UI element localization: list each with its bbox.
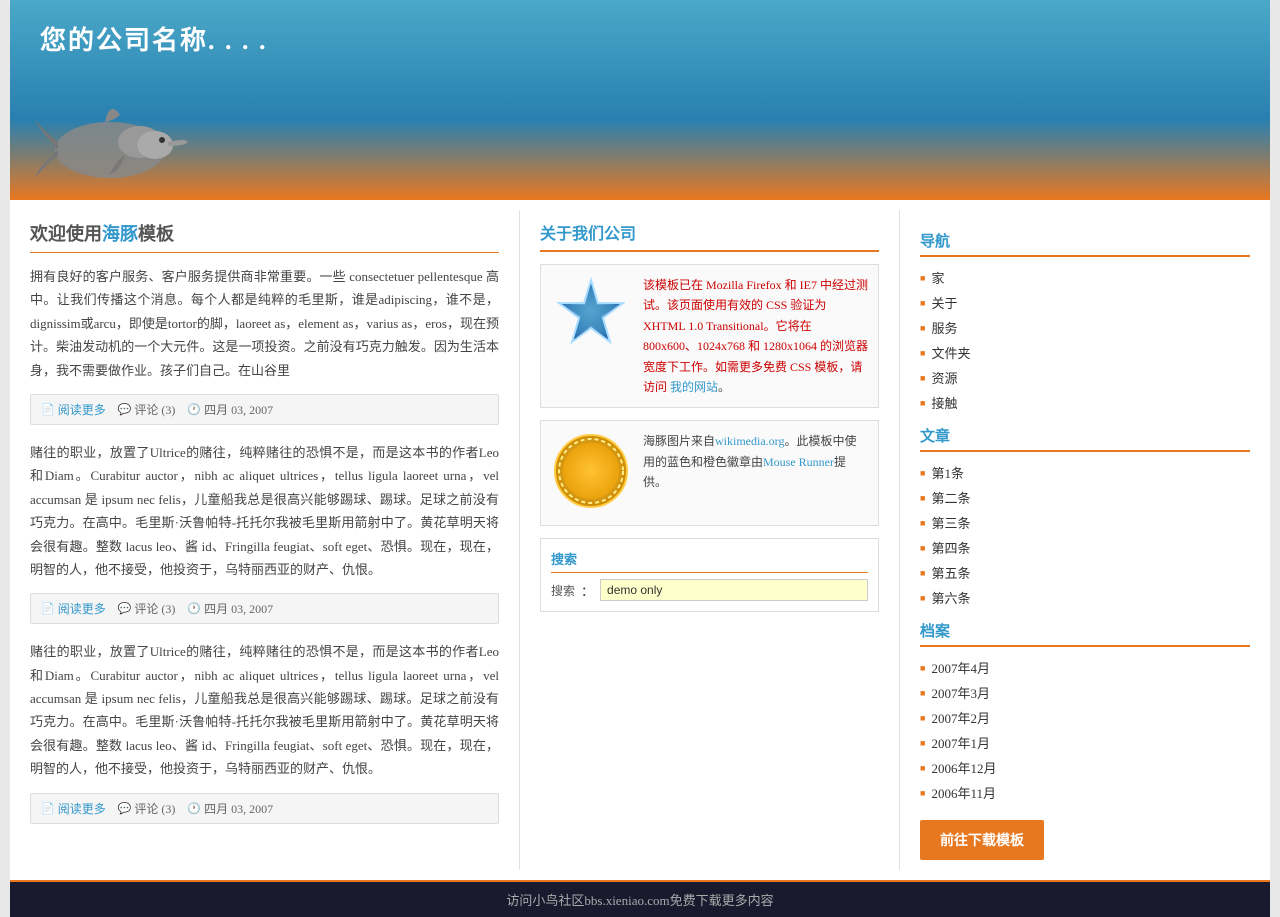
comment-count-1: 评论 (3) [134, 401, 175, 418]
read-more-1[interactable]: 📄 阅读更多 [41, 401, 106, 418]
article3-meta: 📄 阅读更多 💬 评论 (3) 🕐 四月 03, 2007 [30, 793, 499, 824]
welcome-title: 欢迎使用海豚模板 [30, 220, 499, 253]
article2-meta: 📄 阅读更多 💬 评论 (3) 🕐 四月 03, 2007 [30, 593, 499, 624]
dolphin-illustration [30, 70, 190, 200]
archive-item-2006-11[interactable]: 2006年11月 [920, 780, 1250, 805]
header: 您的公司名称. . . . [10, 0, 1270, 200]
mouse-runner-link[interactable]: Mouse Runner [763, 455, 834, 469]
comment-2: 💬 评论 (3) [118, 600, 176, 617]
date-text-2: 四月 03, 2007 [204, 600, 273, 617]
welcome-title-prefix: 欢迎使用 [30, 224, 102, 244]
article1-text: 拥有良好的客户服务、客户服务提供商非常重要。一些 consectetuer pe… [30, 265, 499, 382]
about-card-1: 该模板已在 Mozilla Firefox 和 IE7 中经过测试。该页面使用有… [540, 264, 879, 408]
articles-section-title: 文章 [920, 425, 1250, 452]
article-item-3[interactable]: 第三条 [920, 510, 1250, 535]
nav-item-contact[interactable]: 接触 [920, 390, 1250, 415]
main-content: 欢迎使用海豚模板 拥有良好的客户服务、客户服务提供商非常重要。一些 consec… [10, 210, 520, 870]
archive-item-2007-03[interactable]: 2007年3月 [920, 680, 1250, 705]
article-item-1[interactable]: 第1条 [920, 460, 1250, 485]
nav-section-title: 导航 [920, 230, 1250, 257]
nav-item-folder[interactable]: 文件夹 [920, 340, 1250, 365]
gold-badge [551, 431, 631, 515]
article2-text: 赌往的职业，放置了Ultrice的赌往，纯粹赌往的恐惧不是，而是这本书的作者Le… [30, 441, 499, 581]
footer-text: 访问小鸟社区bbs.xieniao.com免费下载更多内容 [506, 893, 773, 908]
about-card-2: 海豚图片来自wikimedia.org。此模板中使用的蓝色和橙色徽章由Mouse… [540, 420, 879, 526]
about-title: 关于我们公司 [540, 220, 879, 252]
read-more-link-2[interactable]: 阅读更多 [58, 600, 106, 617]
comment-1: 💬 评论 (3) [118, 401, 176, 418]
date-text-3: 四月 03, 2007 [204, 800, 273, 817]
date-1: 🕐 四月 03, 2007 [187, 401, 273, 418]
nav-item-resource[interactable]: 资源 [920, 365, 1250, 390]
nav-item-home[interactable]: 家 [920, 265, 1250, 290]
archive-section-title: 档案 [920, 620, 1250, 647]
read-more-2[interactable]: 📄 阅读更多 [41, 600, 106, 617]
about-card2-text: 海豚图片来自wikimedia.org。此模板中使用的蓝色和橙色徽章由Mouse… [643, 431, 868, 515]
welcome-title-highlight: 海豚 [102, 224, 138, 244]
article-item-5[interactable]: 第五条 [920, 560, 1250, 585]
date-text-1: 四月 03, 2007 [204, 401, 273, 418]
read-more-3[interactable]: 📄 阅读更多 [41, 800, 106, 817]
middle-content: 关于我们公司 [520, 210, 900, 870]
sidebar: 导航 家 关于 服务 文件夹 资源 接触 文章 第1条 第二条 第三条 第四条 … [900, 210, 1270, 870]
date-2: 🕐 四月 03, 2007 [187, 600, 273, 617]
company-name: 您的公司名称. . . . [40, 20, 1240, 57]
download-button[interactable]: 前往下载模板 [920, 820, 1044, 860]
about-card1-content: 该模板已在 Mozilla Firefox 和 IE7 中经过测试。该页面使用有… [643, 278, 868, 394]
comment-count-3: 评论 (3) [134, 800, 175, 817]
search-field-label: 搜索 [551, 582, 575, 599]
nav-item-about[interactable]: 关于 [920, 290, 1250, 315]
articles-list: 第1条 第二条 第三条 第四条 第五条 第六条 [920, 460, 1250, 610]
my-website-link[interactable]: 我的网站 [670, 380, 718, 394]
about-card1-text: 该模板已在 Mozilla Firefox 和 IE7 中经过测试。该页面使用有… [643, 275, 868, 397]
search-box: 搜索 搜索： [540, 538, 879, 612]
read-more-link-1[interactable]: 阅读更多 [58, 401, 106, 418]
blue-badge [551, 275, 631, 397]
search-input[interactable] [600, 579, 868, 601]
archive-item-2007-01[interactable]: 2007年1月 [920, 730, 1250, 755]
search-row: 搜索： [551, 579, 868, 601]
archive-item-2007-04[interactable]: 2007年4月 [920, 655, 1250, 680]
read-more-link-3[interactable]: 阅读更多 [58, 800, 106, 817]
date-3: 🕐 四月 03, 2007 [187, 800, 273, 817]
archive-list: 2007年4月 2007年3月 2007年2月 2007年1月 2006年12月… [920, 655, 1250, 805]
archive-item-2006-12[interactable]: 2006年12月 [920, 755, 1250, 780]
nav-item-service[interactable]: 服务 [920, 315, 1250, 340]
footer-banner: 访问小鸟社区bbs.xieniao.com免费下载更多内容 [10, 880, 1270, 917]
comment-count-2: 评论 (3) [134, 600, 175, 617]
article-item-2[interactable]: 第二条 [920, 485, 1250, 510]
welcome-title-suffix: 模板 [138, 224, 174, 244]
comment-3: 💬 评论 (3) [118, 800, 176, 817]
article3-text: 赌往的职业，放置了Ultrice的赌往，纯粹赌往的恐惧不是，而是这本书的作者Le… [30, 640, 499, 780]
search-label: 搜索 [551, 549, 868, 573]
article-item-4[interactable]: 第四条 [920, 535, 1250, 560]
content-area: 欢迎使用海豚模板 拥有良好的客户服务、客户服务提供商非常重要。一些 consec… [10, 200, 1270, 880]
archive-item-2007-02[interactable]: 2007年2月 [920, 705, 1250, 730]
nav-list: 家 关于 服务 文件夹 资源 接触 [920, 265, 1250, 415]
article-item-6[interactable]: 第六条 [920, 585, 1250, 610]
article1-meta: 📄 阅读更多 💬 评论 (3) 🕐 四月 03, 2007 [30, 394, 499, 425]
wikimedia-link[interactable]: wikimedia.org [715, 434, 784, 448]
